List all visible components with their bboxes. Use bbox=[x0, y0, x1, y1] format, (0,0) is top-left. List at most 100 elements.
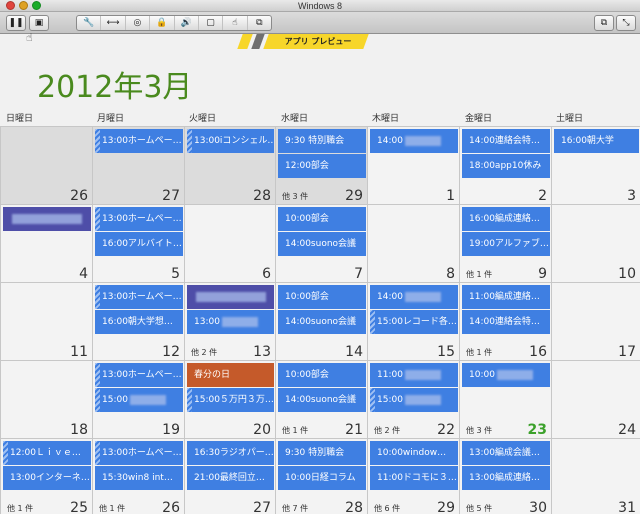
minimize-window-button[interactable] bbox=[19, 1, 28, 10]
wrench-icon[interactable]: 🔧 bbox=[77, 16, 102, 30]
calendar-event[interactable]: 19:00アルファブ… bbox=[462, 232, 550, 256]
calendar-event[interactable]: 15:00レコード各… bbox=[370, 310, 458, 334]
calendar-event[interactable]: 13:00iコンシェル… bbox=[187, 129, 274, 153]
more-events-link[interactable]: 他 1 件 bbox=[7, 503, 33, 514]
calendar-day-cell[interactable]: 9:30 特別職会 10:00日経コラム他 7 件 28 bbox=[275, 438, 367, 514]
calendar-day-cell[interactable]: 14:00 1 bbox=[367, 126, 459, 204]
calendar-day-cell[interactable]: 16:30ラジオパー… 21:00最終回立… 27 bbox=[184, 438, 275, 514]
calendar-event[interactable]: 14:00suono会議 bbox=[278, 388, 366, 412]
calendar-day-cell[interactable]: 10:00部会 14:00suono会議 14 bbox=[275, 282, 367, 360]
calendar-day-cell[interactable]: 10:00 他 3 件 23 bbox=[459, 360, 551, 438]
calendar-day-cell[interactable]: 9:30 特別職会 12:00部会他 3 件 29 bbox=[275, 126, 367, 204]
calendar-event[interactable]: 13:00ホームペー… bbox=[95, 285, 183, 309]
calendar-day-cell[interactable]: 13:00iコンシェル… 28 bbox=[184, 126, 275, 204]
calendar-event[interactable]: 13:00ホームペー… bbox=[95, 363, 183, 387]
usb-icon[interactable]: ▢ bbox=[199, 16, 224, 30]
calendar-day-cell[interactable]: 13:00ホームペー… 15:30win8 int… 他 1 件 26 bbox=[92, 438, 184, 514]
calendar-day-cell[interactable]: 6 bbox=[184, 204, 275, 282]
calendar-day-cell[interactable]: 18 bbox=[0, 360, 92, 438]
calendar-day-cell[interactable]: 13:00ホームペー… 15:00 19 bbox=[92, 360, 184, 438]
more-events-link[interactable]: 他 1 件 bbox=[466, 347, 492, 358]
calendar-event[interactable]: 21:00最終回立… bbox=[187, 466, 274, 490]
calendar-day-cell[interactable]: 11:00 15:00 他 2 件 22 bbox=[367, 360, 459, 438]
more-events-link[interactable]: 他 3 件 bbox=[466, 425, 492, 436]
calendar-day-cell[interactable]: 11 bbox=[0, 282, 92, 360]
more-events-link[interactable]: 他 2 件 bbox=[191, 347, 217, 358]
calendar-event[interactable] bbox=[187, 285, 274, 309]
calendar-event[interactable]: 9:30 特別職会 bbox=[278, 441, 366, 465]
calendar-event[interactable]: 16:00朝大学 bbox=[554, 129, 639, 153]
more-events-link[interactable]: 他 5 件 bbox=[466, 503, 492, 514]
calendar-day-cell[interactable]: 17 bbox=[551, 282, 640, 360]
calendar-event[interactable]: 14:00 bbox=[370, 285, 458, 309]
calendar-day-cell[interactable]: 31 bbox=[551, 438, 640, 514]
calendar-event[interactable]: 9:30 特別職会 bbox=[278, 129, 366, 153]
calendar-event[interactable]: 14:00suono会議 bbox=[278, 310, 366, 334]
more-events-link[interactable]: 他 6 件 bbox=[374, 503, 400, 514]
calendar-day-cell[interactable]: 13:00編成会議… 13:00編成連絡… 他 5 件 30 bbox=[459, 438, 551, 514]
calendar-event[interactable]: 13:00編成連絡… bbox=[462, 466, 550, 490]
calendar-event[interactable]: 春分の日 bbox=[187, 363, 274, 387]
calendar-event[interactable]: 15:30win8 int… bbox=[95, 466, 183, 490]
calendar-event[interactable]: 13:00インターネ… bbox=[3, 466, 91, 490]
calendar-event[interactable]: 13:00ホームペー… bbox=[95, 441, 183, 465]
calendar-event[interactable]: 18:00app10休み bbox=[462, 154, 550, 178]
zoom-window-button[interactable] bbox=[32, 1, 41, 10]
calendar-event[interactable]: 13:00編成会議… bbox=[462, 441, 550, 465]
calendar-event[interactable]: 16:00アルバイト… bbox=[95, 232, 183, 256]
more-events-link[interactable]: 他 3 件 bbox=[282, 191, 308, 202]
calendar-event[interactable]: 14:00suono会議 bbox=[278, 232, 366, 256]
calendar-day-cell[interactable]: 4 bbox=[0, 204, 92, 282]
calendar-day-cell[interactable]: 10:00window… 11:00ドコモに３… 他 6 件 29 bbox=[367, 438, 459, 514]
calendar-event[interactable]: 10:00 bbox=[462, 363, 550, 387]
calendar-event[interactable]: 15:00 bbox=[95, 388, 183, 412]
calendar-day-cell[interactable]: 11:00編成連絡… 14:00連絡会特… 他 1 件 16 bbox=[459, 282, 551, 360]
calendar-day-cell[interactable]: 13:00ホームペー… 27 bbox=[92, 126, 184, 204]
calendar-day-cell[interactable]: 16:00編成連絡… 19:00アルファブ… 他 1 件 9 bbox=[459, 204, 551, 282]
cd-icon[interactable]: ◎ bbox=[126, 16, 151, 30]
calendar-day-cell[interactable]: 13:00ホームペー… 16:00アルバイト… 5 bbox=[92, 204, 184, 282]
calendar-day-cell[interactable]: 26 bbox=[0, 126, 92, 204]
calendar-event[interactable]: 15:00 bbox=[370, 388, 458, 412]
fullscreen-button[interactable]: ⤡ bbox=[616, 15, 636, 31]
calendar-event[interactable]: 16:30ラジオパー… bbox=[187, 441, 274, 465]
calendar-event[interactable]: 15:00５万円３万… bbox=[187, 388, 274, 412]
calendar-day-cell[interactable]: 8 bbox=[367, 204, 459, 282]
calendar-day-cell[interactable]: 16:00朝大学 3 bbox=[551, 126, 640, 204]
calendar-event[interactable]: 10:00日経コラム bbox=[278, 466, 366, 490]
calendar-day-cell[interactable]: 12:00Ｌｉｖｅ… 13:00インターネ… 他 1 件 25 bbox=[0, 438, 92, 514]
calendar-day-cell[interactable]: 10:00部会 14:00suono会議 7 bbox=[275, 204, 367, 282]
more-events-link[interactable]: 他 7 件 bbox=[282, 503, 308, 514]
pause-button[interactable]: ❚❚ bbox=[6, 15, 26, 31]
calendar-event[interactable]: 14:00連絡会特… bbox=[462, 129, 550, 153]
more-events-link[interactable]: 他 1 件 bbox=[99, 503, 125, 514]
calendar-event[interactable] bbox=[3, 207, 91, 231]
calendar-event[interactable]: 12:00Ｌｉｖｅ… bbox=[3, 441, 91, 465]
calendar-event[interactable]: 16:00朝大学想… bbox=[95, 310, 183, 334]
calendar-event[interactable]: 11:00ドコモに３… bbox=[370, 466, 458, 490]
calendar-event[interactable]: 13:00ホームペー… bbox=[95, 207, 183, 231]
calendar-event[interactable]: 14:00連絡会特… bbox=[462, 310, 550, 334]
calendar-day-cell[interactable]: 10:00部会 14:00suono会議他 1 件 21 bbox=[275, 360, 367, 438]
calendar-event[interactable]: 11:00 bbox=[370, 363, 458, 387]
close-window-button[interactable] bbox=[6, 1, 15, 10]
calendar-event[interactable]: 14:00 bbox=[370, 129, 458, 153]
calendar-day-cell[interactable]: 13:00ホームペー… 16:00朝大学想… 12 bbox=[92, 282, 184, 360]
lock-icon[interactable]: 🔒 bbox=[150, 16, 175, 30]
more-events-link[interactable]: 他 1 件 bbox=[466, 269, 492, 280]
calendar-day-cell[interactable]: 14:00 15:00レコード各… 15 bbox=[367, 282, 459, 360]
calendar-event[interactable]: 10:00部会 bbox=[278, 207, 366, 231]
resize-arrows-icon[interactable]: ⟷ bbox=[101, 16, 126, 30]
calendar-event[interactable]: 16:00編成連絡… bbox=[462, 207, 550, 231]
calendar-event[interactable]: 13:00ホームペー… bbox=[95, 129, 183, 153]
hand-icon[interactable]: ☝ bbox=[223, 16, 248, 30]
more-events-link[interactable]: 他 2 件 bbox=[374, 425, 400, 436]
calendar-day-cell[interactable]: 春分の日 15:00５万円３万… 20 bbox=[184, 360, 275, 438]
calendar-event[interactable]: 13:00 bbox=[187, 310, 274, 334]
calendar-event[interactable]: 10:00部会 bbox=[278, 285, 366, 309]
calendar-day-cell[interactable]: 24 bbox=[551, 360, 640, 438]
calendar-event[interactable]: 10:00window… bbox=[370, 441, 458, 465]
calendar-day-cell[interactable]: 13:00 他 2 件 13 bbox=[184, 282, 275, 360]
calendar-day-cell[interactable]: 14:00連絡会特… 18:00app10休み 2 bbox=[459, 126, 551, 204]
screenshot-button[interactable]: ▣ bbox=[29, 15, 49, 31]
